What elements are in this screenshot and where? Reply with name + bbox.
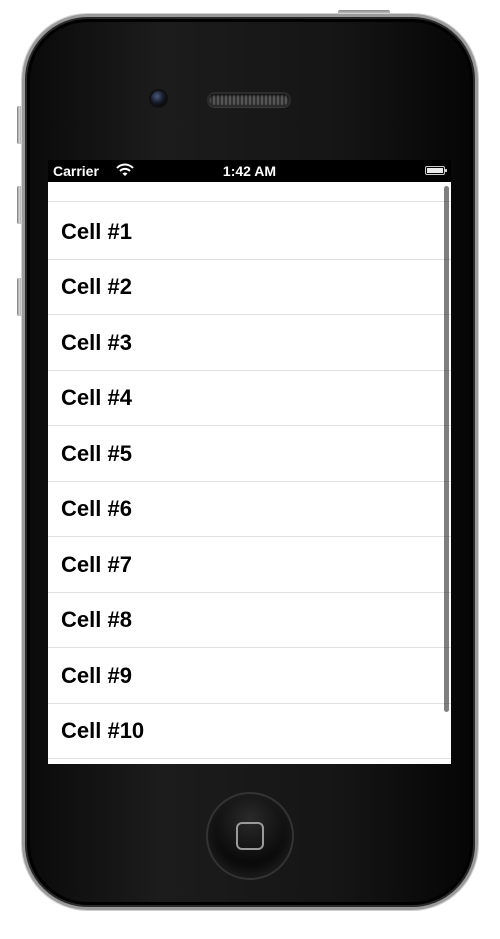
table-row[interactable]: Cell #7 [48, 538, 451, 593]
table-row[interactable]: Cell #2 [48, 260, 451, 315]
cell-label: Cell #1 [61, 219, 132, 244]
table-row[interactable]: Cell #3 [48, 316, 451, 371]
cell-label: Cell #5 [61, 441, 132, 466]
table-row[interactable]: Cell #1 [48, 205, 451, 260]
cell-label: Cell #10 [61, 718, 145, 743]
cell-label: Cell #6 [61, 496, 132, 521]
cell-label: Cell #2 [61, 274, 132, 299]
device-screen: Carrier 1:42 AM Cell #1 Cell #2 Cell #3 … [48, 160, 451, 764]
home-square-icon [236, 822, 264, 850]
table-row[interactable] [48, 160, 451, 202]
table-row[interactable]: Cell #6 [48, 482, 451, 537]
home-button[interactable] [206, 792, 294, 880]
scroll-indicator[interactable] [444, 186, 449, 712]
table-row[interactable]: Cell #5 [48, 427, 451, 482]
cell-label: Cell #8 [61, 607, 132, 632]
cell-label: Cell #7 [61, 552, 132, 577]
cell-label: Cell #3 [61, 330, 132, 355]
table-row[interactable]: Cell #4 [48, 371, 451, 426]
earpiece-speaker-icon [207, 92, 291, 107]
table-row[interactable]: Cell #8 [48, 593, 451, 648]
cell-label: Cell #4 [61, 385, 132, 410]
cell-label: Cell #9 [61, 663, 132, 688]
table-view[interactable]: Cell #1 Cell #2 Cell #3 Cell #4 Cell #5 … [48, 182, 451, 764]
table-row[interactable]: Cell #10 [48, 704, 451, 759]
front-camera-icon [151, 91, 166, 106]
table-row[interactable]: Cell #9 [48, 649, 451, 704]
